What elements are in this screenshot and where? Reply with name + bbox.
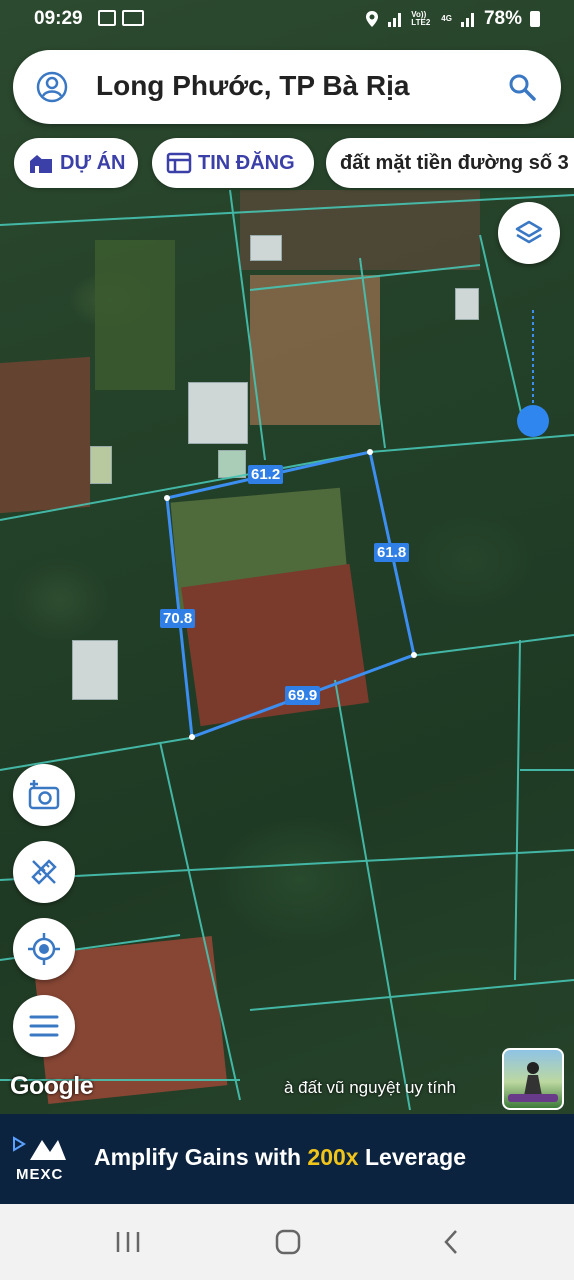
google-attribution: Google [10, 1072, 94, 1100]
back-icon[interactable] [438, 1228, 466, 1256]
my-location-button[interactable] [13, 918, 75, 980]
chip-label: TIN ĐĂNG [198, 151, 295, 174]
mexc-logo-icon [30, 1140, 66, 1160]
system-nav-bar [0, 1204, 574, 1280]
gallery-icon [98, 10, 116, 26]
layers-icon [515, 220, 543, 244]
carrier-label: Vo)) LTE2 [411, 10, 431, 27]
location-pin-icon [366, 11, 379, 27]
ad-tagline: Amplify Gains with 200x Leverage [94, 1144, 466, 1171]
measurement-label: 70.8 [160, 609, 196, 628]
ad-tagline-highlight: 200x [307, 1144, 359, 1170]
network-type: 4G [441, 14, 452, 23]
menu-icon [29, 1015, 59, 1037]
location-dot [517, 405, 549, 437]
measurement-label: 61.2 [248, 465, 284, 484]
chip-label: DỰ ÁN [60, 151, 126, 174]
map-overlay-caption: à đất vũ nguyệt uy tính [284, 1078, 457, 1097]
add-photo-button[interactable] [13, 764, 75, 826]
battery-icon [530, 11, 540, 27]
search-bar[interactable]: Long Phước, TP Bà Rịa [13, 50, 561, 124]
add-photo-icon [28, 780, 60, 810]
chip-label: đất mặt tiền đường số 3 [340, 151, 569, 174]
house-icon [30, 155, 52, 173]
measurement-label: 61.8 [374, 543, 410, 562]
account-circle-icon[interactable] [35, 70, 69, 104]
chip-tin-dang[interactable]: TIN ĐĂNG [152, 138, 314, 188]
ad-brand: MEXC [16, 1166, 64, 1183]
status-bar: 09:29 Vo)) LTE2 4G 78% [0, 0, 574, 38]
layers-button[interactable] [498, 202, 560, 264]
signal-icon [460, 13, 474, 27]
news-app-icon [122, 10, 144, 26]
search-location-title[interactable]: Long Phước, TP Bà Rịa [96, 70, 409, 102]
home-icon[interactable] [274, 1228, 302, 1256]
measurement-label: 69.9 [285, 686, 321, 705]
ad-tagline-text: Amplify Gains with [94, 1144, 308, 1170]
battery-percent: 78% [483, 8, 522, 29]
search-icon[interactable] [507, 72, 537, 102]
ad-banner[interactable]: MEXC Amplify Gains with 200x Leverage [0, 1114, 574, 1204]
chip-search-query[interactable]: đất mặt tiền đường số 3 [326, 138, 574, 188]
menu-button[interactable] [13, 995, 75, 1057]
ad-play-icon [13, 1136, 26, 1152]
profile-thumbnail[interactable] [502, 1048, 564, 1110]
clock: 09:29 [34, 8, 83, 29]
person-photo-icon [508, 1062, 558, 1102]
ad-tagline-text: Leverage [358, 1144, 466, 1170]
ruler-pencil-icon [31, 859, 57, 885]
listing-icon [166, 152, 192, 174]
chip-du-an[interactable]: DỰ ÁN [14, 138, 138, 188]
my-location-icon [28, 933, 60, 965]
recents-icon[interactable] [114, 1228, 142, 1256]
measure-tool-button[interactable] [13, 841, 75, 903]
signal-icon [388, 13, 402, 27]
